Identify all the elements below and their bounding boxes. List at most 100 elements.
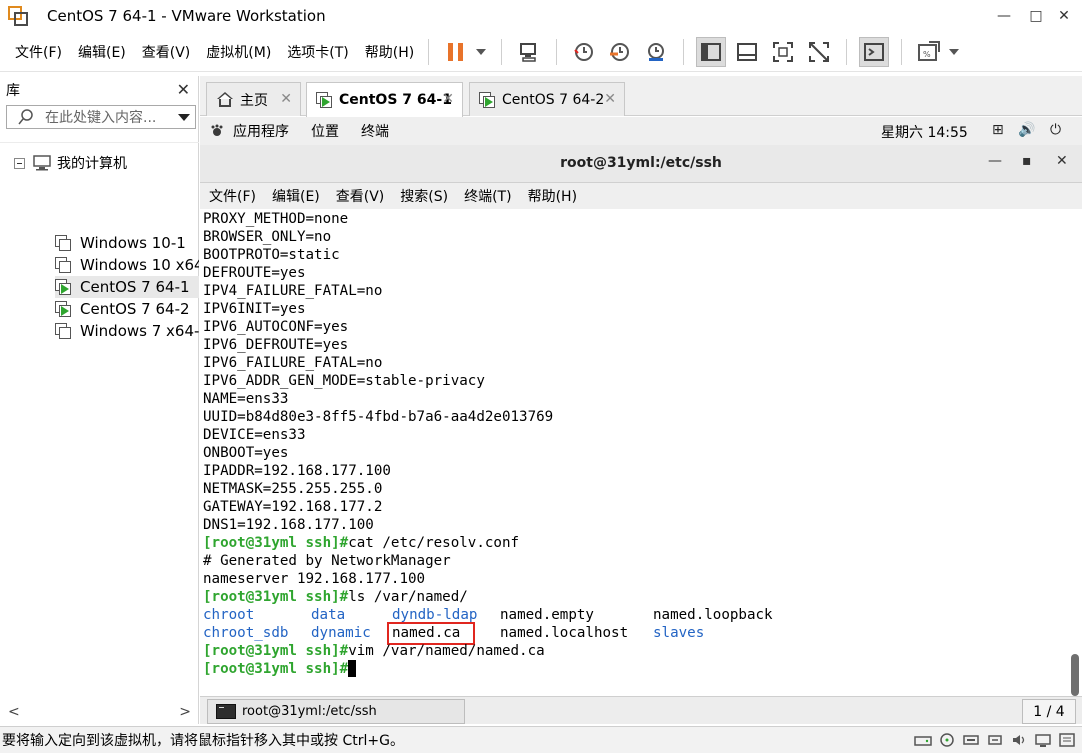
network-icon[interactable]: ⊞ xyxy=(992,122,1004,138)
menu-view[interactable]: 查看(V) xyxy=(142,42,191,62)
library-close-button[interactable]: ✕ xyxy=(177,80,190,99)
terminal-line: UUID=b84d80e3-8ff5-4fbd-b7a6-aa4d2e01376… xyxy=(203,409,554,425)
scroll-left-button[interactable]: < xyxy=(8,704,20,720)
tab-centos7-64-1[interactable]: CentOS 7 64-1 ✕ xyxy=(306,82,463,117)
terminal-menu-search[interactable]: 搜索(S) xyxy=(400,186,448,206)
tab-close-button[interactable]: ✕ xyxy=(280,91,292,107)
terminal-output[interactable]: PROXY_METHOD=none BROWSER_ONLY=no BOOTPR… xyxy=(200,209,1082,696)
pause-dropdown-icon[interactable] xyxy=(476,48,487,55)
console-view-button[interactable] xyxy=(859,36,890,67)
network-adapter-icon[interactable] xyxy=(962,732,980,748)
terminal-close-button[interactable]: ✕ xyxy=(1056,153,1068,169)
collapse-icon[interactable] xyxy=(14,157,25,169)
gnome-terminal-menu[interactable]: 终端 xyxy=(361,121,389,141)
minimize-button[interactable]: — xyxy=(990,0,1018,32)
stretch-guest-button[interactable]: % xyxy=(914,37,944,67)
scroll-right-button[interactable]: > xyxy=(179,704,191,720)
ls-dir-entry: chroot_sdb xyxy=(203,625,289,641)
terminal-menu-edit[interactable]: 编辑(E) xyxy=(272,186,320,206)
terminal-command-line: [root@31yml ssh]#ls /var/named/ xyxy=(203,588,468,606)
unity-icon xyxy=(809,41,830,62)
gnome-applications-menu[interactable]: 应用程序 xyxy=(233,121,289,141)
tab-home[interactable]: 主页 ✕ xyxy=(206,82,301,116)
sound-card-icon[interactable] xyxy=(1010,732,1028,748)
maximize-button[interactable]: □ xyxy=(1022,0,1050,32)
terminal-titlebar: root@31yml:/etc/ssh — ▪ ✕ xyxy=(200,145,1082,183)
search-dropdown-icon[interactable] xyxy=(178,114,190,121)
hard-disk-icon[interactable] xyxy=(914,732,932,748)
workspace-pager[interactable]: 1 / 4 xyxy=(1022,699,1076,724)
fullscreen-button[interactable] xyxy=(768,37,798,67)
vm-item-label: CentOS 7 64-2 xyxy=(80,300,190,318)
terminal-menu-terminal[interactable]: 终端(T) xyxy=(464,186,511,206)
display-icon[interactable] xyxy=(1034,732,1052,748)
vm-item-windows10-x64[interactable]: Windows 10 x64 xyxy=(55,254,199,276)
power-icon[interactable]: ⏻ xyxy=(1050,122,1061,138)
tab-close-button[interactable]: ✕ xyxy=(442,91,454,107)
tab-close-button[interactable]: ✕ xyxy=(604,91,616,107)
close-button[interactable]: ✕ xyxy=(1050,0,1078,32)
library-header: 库 ✕ xyxy=(0,76,198,104)
menu-edit[interactable]: 编辑(E) xyxy=(78,42,126,62)
terminal-menu-help[interactable]: 帮助(H) xyxy=(528,186,577,206)
vm-item-windows10-1[interactable]: Windows 10-1 xyxy=(55,232,199,254)
vm-icon xyxy=(55,235,71,251)
console-icon xyxy=(864,42,885,61)
vm-running-icon xyxy=(55,301,71,317)
terminal-menu-file[interactable]: 文件(F) xyxy=(209,186,256,206)
terminal-line: NAME=ens33 xyxy=(203,391,289,407)
pause-button[interactable] xyxy=(441,37,471,67)
ls-dir-entry: data xyxy=(311,607,346,623)
ls-dir-entry: dynamic xyxy=(311,625,371,641)
terminal-maximize-button[interactable]: ▪ xyxy=(1022,153,1032,169)
terminal-input-line[interactable]: [root@31yml ssh]# xyxy=(203,660,357,678)
status-bar: 要将输入定向到该虚拟机，请将鼠标指针移入其中或按 Ctrl+G。 xyxy=(0,726,1082,753)
text-cursor xyxy=(348,660,357,677)
terminal-menu-view[interactable]: 查看(V) xyxy=(336,186,385,206)
gnome-places-menu[interactable]: 位置 xyxy=(311,121,339,141)
show-library-button[interactable] xyxy=(696,36,727,67)
ls-dir-entry: chroot xyxy=(203,607,255,623)
window-title: CentOS 7 64-1 - VMware Workstation xyxy=(47,7,326,25)
library-search-input[interactable]: 在此处键入内容... xyxy=(6,105,196,129)
snapshot-manager-button[interactable] xyxy=(641,37,671,67)
terminal-line: IPV6_DEFROUTE=yes xyxy=(203,337,349,353)
menu-file[interactable]: 文件(F) xyxy=(15,42,62,62)
snapshot-button[interactable] xyxy=(569,37,599,67)
send-ctrl-alt-del-button[interactable] xyxy=(514,37,544,67)
fullscreen-icon xyxy=(773,41,794,62)
toolbar-separator xyxy=(501,38,503,65)
terminal-command-line: [root@31yml ssh]#vim /var/named/named.ca xyxy=(203,642,545,660)
unity-button[interactable] xyxy=(804,37,834,67)
vm-item-centos7-64-2[interactable]: CentOS 7 64-2 xyxy=(55,298,199,320)
gnome-clock[interactable]: 星期六 14:55 xyxy=(881,122,968,142)
shell-prompt: [root@31yml ssh]# xyxy=(203,535,349,551)
vm-item-centos7-64-1[interactable]: CentOS 7 64-1 xyxy=(55,276,199,298)
revert-snapshot-button[interactable] xyxy=(605,37,635,67)
message-log-icon[interactable] xyxy=(1058,732,1076,748)
window-titlebar: CentOS 7 64-1 - VMware Workstation — □ ✕ xyxy=(0,0,1082,32)
library-horizontal-scrollbar[interactable]: < > xyxy=(0,700,199,724)
thumbnail-bar-button[interactable] xyxy=(732,37,762,67)
scrollbar-thumb[interactable] xyxy=(1071,654,1079,696)
terminal-minimize-button[interactable]: — xyxy=(988,153,1002,169)
tree-root-my-computer[interactable]: 我的计算机 xyxy=(14,153,127,173)
stretch-dropdown-icon[interactable] xyxy=(949,48,960,55)
menu-vm[interactable]: 虚拟机(M) xyxy=(206,42,271,62)
cd-dvd-icon[interactable] xyxy=(938,732,956,748)
usb-icon[interactable] xyxy=(986,732,1004,748)
vm-item-windows7-x64[interactable]: Windows 7 x64- xyxy=(55,320,199,342)
toolbar-separator xyxy=(556,38,558,65)
revert-snapshot-icon xyxy=(610,42,630,61)
menu-tabs[interactable]: 选项卡(T) xyxy=(287,42,348,62)
tab-centos7-64-2[interactable]: CentOS 7 64-2 ✕ xyxy=(469,82,625,116)
menu-help[interactable]: 帮助(H) xyxy=(365,42,414,62)
tab-label: CentOS 7 64-1 xyxy=(339,92,452,108)
terminal-scrollbar[interactable] xyxy=(1071,209,1079,696)
volume-icon[interactable]: 🔊 xyxy=(1018,122,1035,138)
terminal-line: DNS1=192.168.177.100 xyxy=(203,517,374,533)
taskbar-terminal-item[interactable]: root@31yml:/etc/ssh xyxy=(207,699,465,724)
terminal-command-line: [root@31yml ssh]#cat /etc/resolv.conf xyxy=(203,534,519,552)
terminal-line: IPV6_ADDR_GEN_MODE=stable-privacy xyxy=(203,373,485,389)
terminal-line: ONBOOT=yes xyxy=(203,445,289,461)
